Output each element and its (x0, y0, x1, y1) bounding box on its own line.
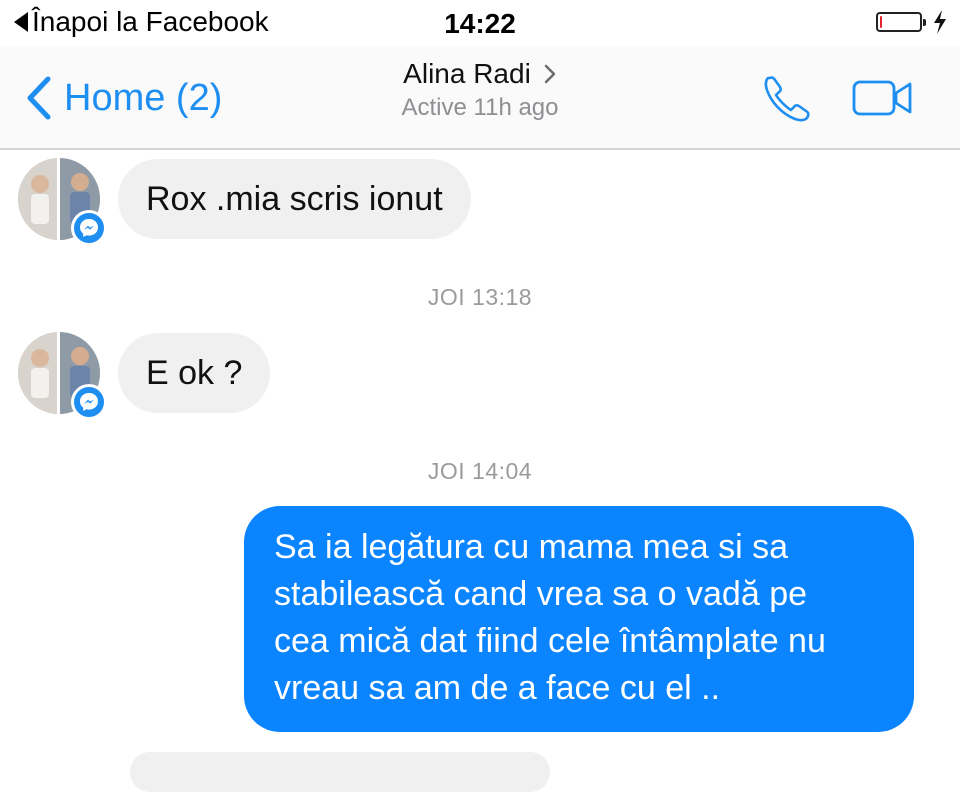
message-line: Sa ia legătura cu mama mea si sa (274, 528, 789, 566)
message-timestamp: JOI 14:04 (427, 458, 533, 484)
incoming-message-bubble[interactable]: Rox .mia scris ionut (118, 159, 471, 239)
contact-info[interactable]: Alina Radi Active 11h ago (0, 58, 960, 122)
messenger-badge-icon (71, 384, 107, 420)
status-time: 14:22 (444, 8, 516, 39)
contact-active-status: Active 11h ago (401, 94, 559, 121)
message-line: cea mică dat fiind cele întâmplate nu (274, 622, 826, 660)
outgoing-message-bubble[interactable]: Sa ia legătura cu mama mea si sa stabile… (244, 506, 914, 732)
messenger-badge-icon (71, 210, 107, 246)
chevron-right-icon (544, 64, 556, 84)
status-bar: Înapoi la Facebook 14:22 (0, 0, 960, 46)
video-camera-icon[interactable] (852, 78, 914, 118)
contact-name: Alina Radi (403, 58, 531, 89)
battery-icon (876, 12, 926, 32)
bolt-icon (934, 10, 946, 34)
message-line: stabilească cand vrea sa o vadă pe (274, 575, 808, 613)
battery-level (880, 16, 882, 28)
message-timestamp: JOI 13:18 (427, 284, 533, 310)
incoming-message-bubble[interactable]: E ok ? (118, 333, 271, 413)
message-line: vreau sa am de a face cu el .. (274, 669, 721, 707)
incoming-message-bubble-partial[interactable] (130, 752, 550, 792)
phone-icon[interactable] (760, 72, 814, 126)
conversation-header: Home (2) Alina Radi Active 11h ago (0, 46, 960, 150)
